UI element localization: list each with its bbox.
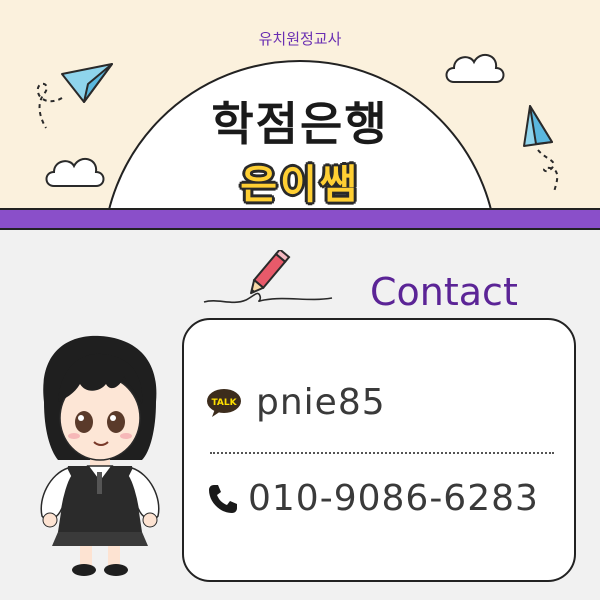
header-background: 유치원정교사 학점은행 은이쌤 [0, 0, 600, 212]
kakaotalk-row[interactable]: TALK pnie85 [206, 382, 386, 423]
cloud-icon [445, 53, 505, 83]
divider [210, 452, 554, 454]
kakaotalk-id[interactable]: pnie85 [256, 382, 386, 423]
phone-row[interactable]: 010-9086-6283 [206, 478, 539, 519]
contact-heading: Contact [370, 270, 518, 314]
accent-band [0, 208, 600, 230]
girl-character-illustration [40, 335, 160, 576]
kakaotalk-badge-text: TALK [211, 398, 237, 408]
phone-number[interactable]: 010-9086-6283 [248, 478, 539, 519]
contact-card: TALK pnie85 010-9086-6283 [182, 318, 576, 582]
header-subtitle: 유치원정교사 [258, 30, 342, 48]
kakaotalk-icon: TALK [206, 388, 242, 418]
page-title: 학점은행 [211, 97, 389, 151]
phone-icon [206, 482, 240, 516]
teacher-name: 은이쌤 [240, 162, 360, 208]
pencil-icon [203, 250, 333, 304]
